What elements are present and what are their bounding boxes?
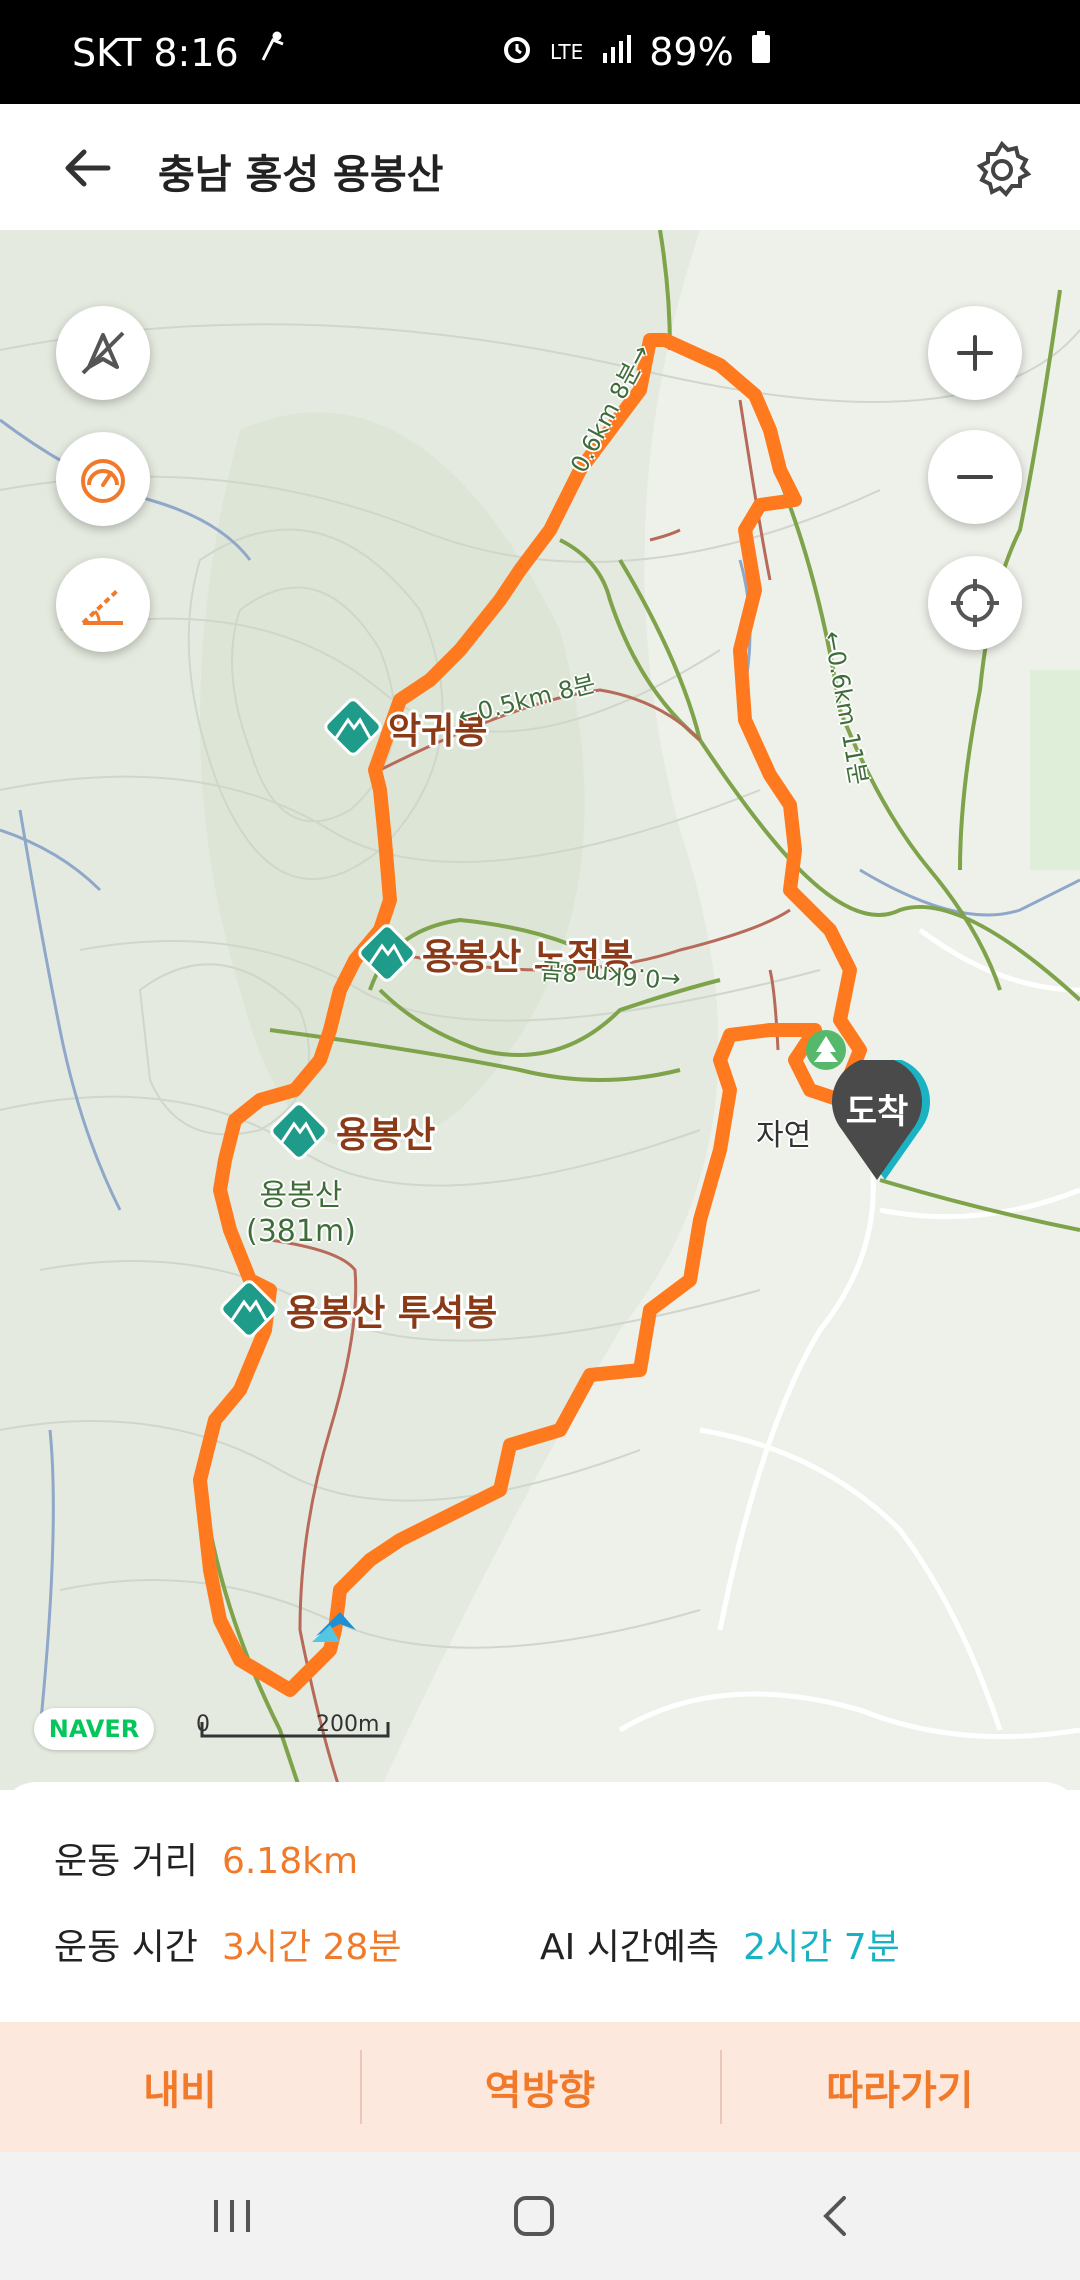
map-view[interactable]: 악귀봉 용봉산 노적봉 용봉산 용봉산 (381m) 용봉산 투석봉 ←0.5k… — [0, 230, 1080, 1790]
app-bar: 충남 홍성 용봉산 — [0, 104, 1080, 230]
peak-label-yongbongsan: 용봉산 — [336, 1115, 436, 1156]
distance-value: 6.18km — [221, 1841, 359, 1882]
mountain-icon — [220, 1280, 278, 1338]
reverse-button[interactable]: 역방향 — [360, 2022, 720, 2152]
recent-apps-button[interactable] — [200, 2184, 264, 2248]
system-nav-bar — [0, 2152, 1080, 2280]
battery-percent: 89% — [649, 30, 734, 74]
slope-button[interactable] — [56, 558, 150, 652]
time-row: 운동 시간 3시간 28분 — [54, 1918, 401, 1970]
peak-marker-tuseokbong[interactable] — [218, 1278, 280, 1340]
alarm-icon — [500, 30, 534, 74]
speedometer-button[interactable] — [56, 432, 150, 526]
ai-label: AI 시간예측 — [540, 1927, 720, 1968]
peak-caption: 용봉산 (381m) — [246, 1178, 356, 1249]
page-title: 충남 홍성 용봉산 — [158, 152, 444, 198]
status-bar: SKT 8:16 LTE 89% — [0, 0, 1080, 104]
speedometer-icon — [81, 459, 125, 503]
follow-button[interactable]: 따라가기 — [720, 2022, 1080, 2152]
battery-icon — [750, 30, 772, 74]
mountain-icon — [358, 924, 416, 982]
peak-marker-yongbongsan[interactable] — [268, 1100, 330, 1162]
home-icon — [514, 2196, 554, 2236]
time-value: 3시간 28분 — [221, 1927, 402, 1968]
compass-off-icon — [81, 331, 125, 375]
system-back-button[interactable] — [804, 2184, 868, 2248]
ai-value: 2시간 7분 — [743, 1927, 900, 1968]
arrival-marker[interactable]: 도착 — [822, 1056, 932, 1190]
settings-button[interactable] — [970, 138, 1034, 202]
plus-icon — [957, 335, 993, 371]
distance-label: 운동 거리 — [54, 1841, 198, 1882]
arrival-label: 도착 — [845, 1092, 909, 1132]
peak-label-tuseokbong: 용봉산 투석봉 — [286, 1293, 498, 1334]
zoom-in-button[interactable] — [928, 306, 1022, 400]
recents-icon — [214, 2200, 250, 2232]
navigation-button[interactable]: 내비 — [0, 2022, 360, 2152]
minus-icon — [957, 475, 993, 479]
stats-panel: 운동 거리 6.18km 운동 시간 3시간 28분 AI 시간예측 2시간 7분 — [0, 1782, 1080, 2022]
place-label: 자연 — [756, 1118, 812, 1153]
gear-icon — [976, 140, 1032, 198]
ai-estimate-row: AI 시간예측 2시간 7분 — [540, 1918, 900, 1970]
distance-row: 운동 거리 6.18km — [54, 1832, 358, 1884]
home-button[interactable] — [502, 2184, 566, 2248]
back-button[interactable] — [56, 136, 120, 200]
action-bar: 내비 역방향 따라가기 — [0, 2022, 1080, 2152]
zoom-out-button[interactable] — [928, 430, 1022, 524]
crosshair-icon — [951, 579, 999, 627]
naver-logo: NAVER — [34, 1708, 154, 1750]
time-label: 운동 시간 — [54, 1927, 198, 1968]
chevron-left-icon — [823, 2196, 846, 2236]
lte-label: LTE — [550, 40, 584, 64]
scale-end: 200m — [316, 1712, 380, 1737]
my-location-button[interactable] — [928, 556, 1022, 650]
signal-icon — [599, 30, 633, 74]
peak-marker-akgwibong[interactable] — [322, 696, 384, 758]
mountain-icon — [324, 698, 382, 756]
back-arrow-icon — [65, 149, 111, 187]
slope-icon — [81, 587, 123, 625]
mountain-icon — [270, 1102, 328, 1160]
peak-marker-nojeokbong[interactable] — [356, 922, 418, 984]
map-canvas — [0, 230, 1080, 1790]
compass-off-button[interactable] — [56, 306, 150, 400]
status-time: SKT 8:16 — [72, 30, 239, 75]
running-icon — [253, 30, 289, 75]
scale-start: 0 — [196, 1712, 210, 1737]
